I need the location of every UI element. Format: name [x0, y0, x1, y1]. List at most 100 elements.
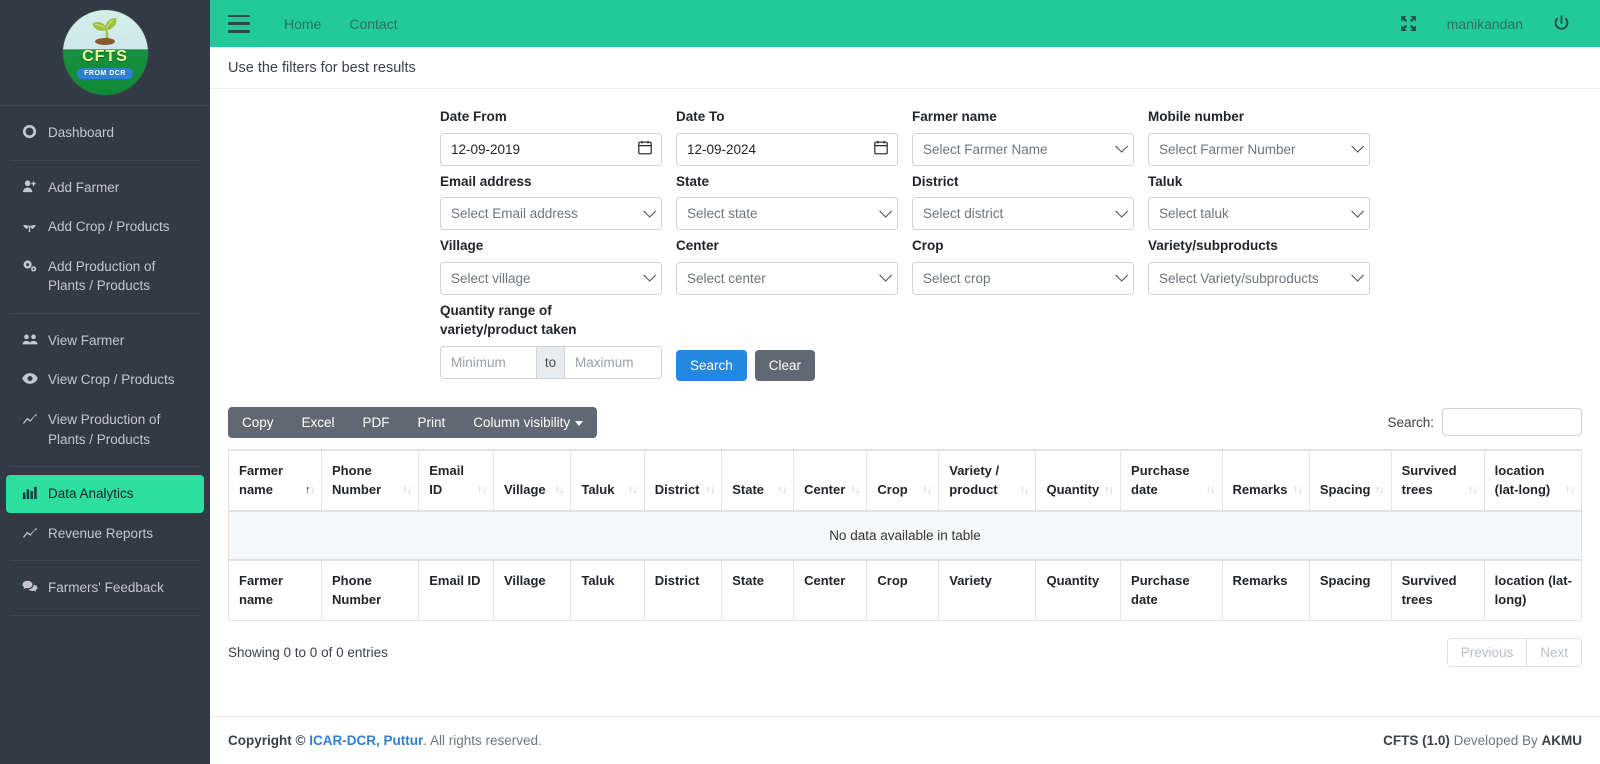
taluk-label: Taluk — [1148, 172, 1384, 192]
sidebar-item-add-farmer[interactable]: Add Farmer — [6, 169, 204, 207]
th-village[interactable]: Village↑↓ — [493, 450, 571, 511]
nav-link-contact[interactable]: Contact — [335, 16, 411, 32]
org-link[interactable]: ICAR-DCR, Puttur — [309, 733, 423, 748]
filter-field-quantity-range: Quantity range of variety/product taken … — [440, 301, 676, 381]
th-district[interactable]: District↑↓ — [644, 450, 722, 511]
cogs-icon — [20, 258, 39, 273]
filter-field-email: Email address Select Email address — [440, 172, 676, 231]
eye-icon — [20, 371, 39, 386]
next-page-button[interactable]: Next — [1527, 638, 1582, 667]
clear-button[interactable]: Clear — [755, 350, 815, 381]
filter-field-state: State Select state — [676, 172, 912, 231]
th-spacing[interactable]: Spacing↑↓ — [1309, 450, 1391, 511]
farmer-name-select[interactable]: Select Farmer Name — [912, 133, 1134, 166]
sort-icon: ↑↓ — [1019, 482, 1028, 499]
version-block: CFTS (1.0) Developed By AKMU — [1383, 733, 1582, 748]
table-search-input[interactable] — [1442, 408, 1582, 436]
sidebar-item-dashboard[interactable]: Dashboard — [6, 114, 204, 152]
th-phone-number[interactable]: Phone Number↑↓ — [322, 450, 419, 511]
table-search-group: Search: — [1387, 408, 1582, 436]
village-label: Village — [440, 236, 676, 256]
th-email-id[interactable]: Email ID↑↓ — [419, 450, 494, 511]
date-from-input[interactable]: 12-09-2019 — [440, 133, 662, 166]
expand-arrows-icon[interactable] — [1388, 15, 1429, 32]
th-taluk[interactable]: Taluk↑↓ — [571, 450, 644, 511]
tf-taluk: Taluk — [571, 560, 644, 621]
th-label: Survived trees — [1402, 461, 1476, 500]
th-location[interactable]: location (lat-long)↑↓ — [1484, 450, 1581, 511]
cfts-logo-icon: 🌱 CFTS FROM DCR — [63, 10, 148, 95]
th-state[interactable]: State↑↓ — [722, 450, 794, 511]
variety-select[interactable]: Select Variety/subproducts — [1148, 262, 1370, 295]
sidebar-item-view-farmer[interactable]: View Farmer — [6, 322, 204, 360]
mobile-number-select[interactable]: Select Farmer Number — [1148, 133, 1370, 166]
sidebar-item-view-crop[interactable]: View Crop / Products — [6, 361, 204, 399]
power-off-icon[interactable] — [1541, 15, 1582, 32]
sort-icon: ↑↓ — [705, 482, 714, 499]
th-farmer-name[interactable]: Farmer name↑↓ — [229, 450, 322, 511]
th-crop[interactable]: Crop↑↓ — [867, 450, 939, 511]
nav-link-home[interactable]: Home — [270, 16, 335, 32]
page-footer: Copyright © ICAR-DCR, Puttur. All rights… — [210, 716, 1600, 764]
th-quantity[interactable]: Quantity↑↓ — [1036, 450, 1121, 511]
print-button[interactable]: Print — [404, 407, 460, 438]
sidebar-item-revenue-reports[interactable]: Revenue Reports — [6, 515, 204, 553]
chart-bar-icon — [20, 485, 39, 500]
search-button[interactable]: Search — [676, 350, 747, 381]
th-survived-trees[interactable]: Survived trees↑↓ — [1391, 450, 1484, 511]
brand-logo[interactable]: 🌱 CFTS FROM DCR — [0, 0, 210, 106]
th-label: Purchase date — [1131, 461, 1213, 500]
copyright-suffix: . All rights reserved. — [423, 733, 542, 748]
th-center[interactable]: Center↑↓ — [794, 450, 867, 511]
tf-village: Village — [493, 560, 571, 621]
th-variety-product[interactable]: Variety / product↑↓ — [939, 450, 1036, 511]
quantity-min-input[interactable]: Minimum — [440, 346, 536, 379]
taluk-select[interactable]: Select taluk — [1148, 197, 1370, 230]
quantity-max-input[interactable]: Maximum — [564, 346, 662, 379]
filter-field-date-from: Date From 12-09-2019 — [440, 107, 676, 166]
column-visibility-dropdown[interactable]: Column visibility — [459, 407, 597, 438]
username-label[interactable]: manikandan — [1429, 16, 1541, 32]
table-body: No data available in table — [229, 511, 1582, 560]
sidebar-group-main: Dashboard — [0, 106, 210, 160]
crop-select[interactable]: Select crop — [912, 262, 1134, 295]
tf-remarks: Remarks — [1222, 560, 1309, 621]
village-select[interactable]: Select village — [440, 262, 662, 295]
email-select[interactable]: Select Email address — [440, 197, 662, 230]
dashboard-icon — [20, 124, 39, 139]
excel-button[interactable]: Excel — [288, 407, 349, 438]
main-area: Home Contact manikandan Use t — [210, 0, 1600, 764]
district-select[interactable]: Select district — [912, 197, 1134, 230]
sidebar-item-data-analytics[interactable]: Data Analytics — [6, 475, 204, 513]
th-remarks[interactable]: Remarks↑↓ — [1222, 450, 1309, 511]
chevron-down-icon — [1115, 205, 1128, 218]
version-label: CFTS (1.0) — [1383, 733, 1450, 748]
table-empty-row: No data available in table — [229, 511, 1582, 560]
calendar-icon[interactable] — [874, 140, 888, 158]
copy-button[interactable]: Copy — [228, 407, 288, 438]
previous-page-button[interactable]: Previous — [1447, 638, 1528, 667]
variety-label: Variety/subproducts — [1148, 236, 1384, 256]
entries-info: Showing 0 to 0 of 0 entries — [228, 645, 388, 660]
tf-crop: Crop — [867, 560, 939, 621]
th-purchase-date[interactable]: Purchase date↑↓ — [1121, 450, 1222, 511]
tf-location: location (lat-long) — [1484, 560, 1581, 621]
sidebar-item-view-production[interactable]: View Production of Plants / Products — [6, 401, 204, 458]
soil-mound-icon — [95, 38, 115, 45]
hamburger-icon[interactable] — [228, 15, 250, 33]
table-search-label: Search: — [1387, 415, 1434, 430]
tf-farmer-name: Farmer name — [229, 560, 322, 621]
sort-icon: ↑↓ — [554, 482, 563, 499]
chevron-down-icon — [1115, 269, 1128, 282]
sidebar-item-add-crop[interactable]: Add Crop / Products — [6, 208, 204, 246]
pagination: Previous Next — [1447, 638, 1582, 667]
sidebar-item-add-production[interactable]: Add Production of Plants / Products — [6, 248, 204, 305]
pdf-button[interactable]: PDF — [349, 407, 404, 438]
sidebar-item-farmers-feedback[interactable]: Farmers' Feedback — [6, 569, 204, 607]
email-value: Select Email address — [451, 206, 578, 221]
date-to-input[interactable]: 12-09-2024 — [676, 133, 898, 166]
calendar-icon[interactable] — [638, 140, 652, 158]
sort-icon: ↑↓ — [1293, 482, 1302, 499]
state-select[interactable]: Select state — [676, 197, 898, 230]
center-select[interactable]: Select center — [676, 262, 898, 295]
